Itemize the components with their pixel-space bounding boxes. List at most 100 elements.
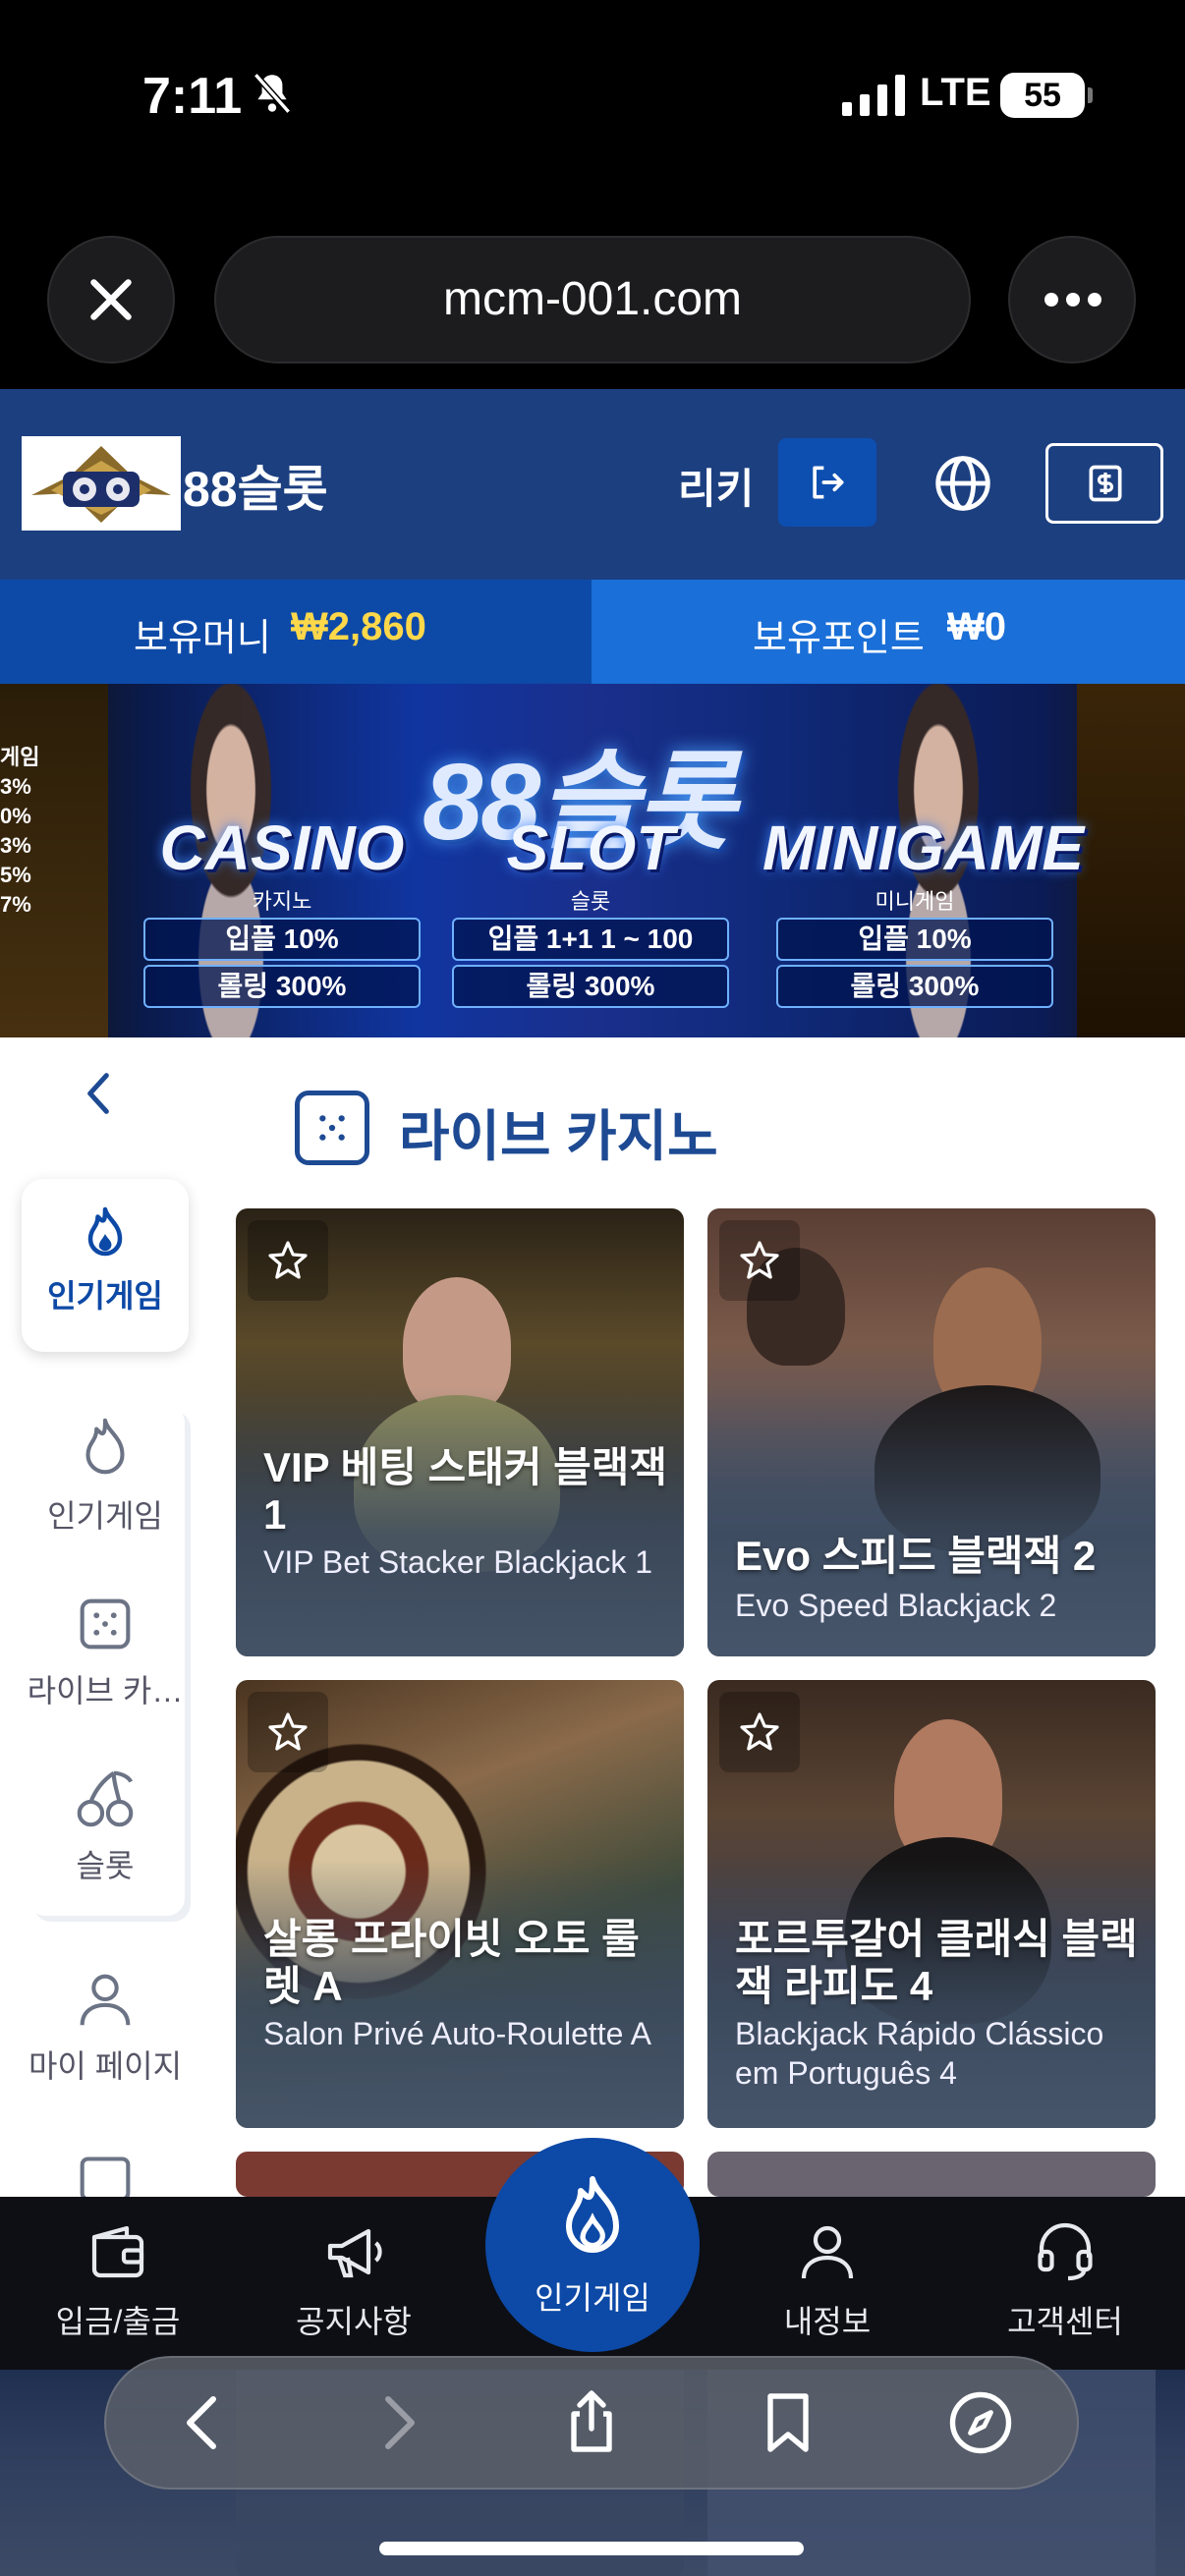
dice-icon — [295, 1091, 369, 1165]
money-value: ₩2,860 — [291, 605, 426, 648]
nav-label: 공지사항 — [296, 2304, 412, 2339]
star-icon — [268, 1712, 308, 1751]
compass-icon — [949, 2391, 1012, 2454]
headset-icon — [1038, 2222, 1093, 2281]
sidebar-collapse-button[interactable] — [79, 1069, 118, 1118]
game-title: 포르투갈어 클래식 블랙잭 라피도 4 — [735, 1916, 1138, 2009]
game-title: 살롱 프라이빗 오토 룰렛 A — [263, 1916, 640, 2009]
game-subtitle: Evo Speed Blackjack 2 — [735, 1588, 1057, 1623]
sidebar-item-live-casino[interactable]: 라이브 카… — [0, 1590, 210, 1711]
nav-notice[interactable]: 공지사항 — [255, 2216, 452, 2342]
favorite-button[interactable] — [719, 1692, 800, 1772]
game-subtitle: Blackjack Rápido Clássico em Português 4 — [735, 2016, 1104, 2091]
url-field[interactable]: mcm-001.com — [214, 236, 971, 364]
nav-deposit-withdraw[interactable]: 입금/출금 — [20, 2216, 216, 2342]
wallet-icon — [91, 2225, 144, 2278]
back-button[interactable] — [169, 2387, 240, 2458]
dice-icon — [80, 1598, 131, 1650]
nav-customer-center[interactable]: 고객센터 — [967, 2216, 1163, 2342]
bell-muted-icon — [253, 73, 292, 114]
logo-emblem-icon — [31, 446, 171, 523]
game-card[interactable]: 살롱 프라이빗 오토 룰렛 A Salon Privé Auto-Roulett… — [236, 1680, 684, 2128]
banner-card-minigame: MINIGAME 미니게임 입플 10% 롤링 300% — [762, 812, 1084, 1018]
sidebar-item-popular-active[interactable]: 인기게임 — [22, 1179, 189, 1352]
home-indicator — [379, 2542, 804, 2555]
banner-edge-right — [1077, 684, 1185, 1037]
tabs-compass-button[interactable] — [945, 2387, 1016, 2458]
close-icon — [90, 279, 132, 320]
promo-banner[interactable]: 게임 3% 0% 3% 5% 7% 88슬롯 CASINO 카지노 입플 10%… — [0, 684, 1185, 1037]
status-bar: 7:11 LTE 55 — [0, 0, 1185, 196]
status-time: 7:11 — [142, 68, 243, 125]
banner-card-casino: CASINO 카지노 입플 10% 롤링 300% — [130, 812, 434, 1018]
site-logo[interactable] — [22, 436, 181, 531]
logout-button[interactable] — [778, 438, 876, 527]
sidebar-item-label: 마이 페이지 — [28, 2048, 183, 2084]
game-title: Evo 스피드 블랙잭 2 — [735, 1533, 1097, 1579]
bookmark-icon — [767, 2393, 809, 2452]
flame-icon — [566, 2176, 619, 2253]
sidebar-item-slot[interactable]: 슬롯 — [0, 1764, 210, 1886]
points-label: 보유포인트 — [753, 618, 925, 659]
game-title: VIP 베팅 스태커 블랙잭 1 — [263, 1444, 668, 1538]
star-icon — [740, 1712, 779, 1751]
points-value: ₩0 — [947, 605, 1006, 648]
more-options-button[interactable] — [1008, 236, 1136, 364]
forward-button[interactable] — [362, 2387, 432, 2458]
megaphone-icon — [327, 2228, 382, 2278]
flame-icon — [87, 1206, 123, 1257]
battery-indicator: 55 — [1000, 73, 1093, 118]
game-card[interactable]: 포르투갈어 클래식 블랙잭 라피도 4 Blackjack Rápido Clá… — [707, 1680, 1156, 2128]
signal-icon — [842, 75, 905, 116]
wallet-icon — [80, 2156, 131, 2197]
favorite-button[interactable] — [719, 1220, 800, 1301]
sidebar-item-label: 인기게임 — [47, 1498, 163, 1534]
game-card[interactable]: VIP 베팅 스태커 블랙잭 1 VIP Bet Stacker Blackja… — [236, 1208, 684, 1656]
money-label: 보유머니 — [134, 618, 271, 659]
cherry-icon — [77, 1770, 134, 1827]
chevron-left-icon — [187, 2396, 216, 2449]
nav-my-info[interactable]: 내정보 — [729, 2216, 926, 2342]
nav-label: 인기게임 — [535, 2280, 650, 2316]
edge-rates: 게임 3% 0% 3% 5% 7% — [0, 745, 40, 917]
sidebar-item-my-page[interactable]: 마이 페이지 — [0, 1965, 210, 2087]
bookmarks-button[interactable] — [753, 2387, 823, 2458]
nav-label: 내정보 — [783, 2304, 872, 2339]
star-icon — [268, 1241, 308, 1279]
logout-icon — [813, 466, 844, 499]
points-panel: 보유포인트 ₩0 — [592, 580, 1185, 684]
section-title: 라이브 카지노 — [399, 1105, 718, 1167]
globe-icon — [935, 456, 990, 511]
username: 리키 — [678, 466, 755, 512]
money-panel: 보유머니 ₩2,860 — [0, 580, 592, 684]
flame-icon — [85, 1418, 125, 1475]
cash-icon — [1089, 465, 1122, 502]
close-tab-button[interactable] — [47, 236, 175, 364]
game-card[interactable]: Evo 스피드 블랙잭 2 Evo Speed Blackjack 2 — [707, 1208, 1156, 1656]
sidebar-item-label: 라이브 카… — [27, 1673, 184, 1708]
chevron-left-icon — [87, 1073, 109, 1114]
sidebar-item-label: 슬롯 — [76, 1848, 135, 1883]
more-dots-icon — [1044, 293, 1101, 307]
star-icon — [740, 1241, 779, 1279]
site-title: 88슬롯 — [183, 462, 328, 517]
user-icon — [80, 1974, 131, 2026]
sidebar-active-label: 인기게임 — [47, 1278, 163, 1314]
page: 7:11 LTE 55 mcm-001.com 88슬롯 리키 보유머니 ₩2,… — [0, 0, 1185, 2576]
language-button[interactable] — [931, 452, 994, 515]
game-subtitle: Salon Privé Auto-Roulette A — [263, 2016, 651, 2051]
chevron-right-icon — [385, 2396, 415, 2449]
cash-button[interactable] — [1045, 443, 1163, 524]
nav-label: 입금/출금 — [55, 2304, 181, 2339]
game-card-partial[interactable] — [707, 2152, 1156, 2197]
favorite-button[interactable] — [248, 1220, 328, 1301]
banner-edge-left: 게임 3% 0% 3% 5% 7% — [0, 684, 108, 1037]
game-subtitle: VIP Bet Stacker Blackjack 1 — [263, 1544, 653, 1580]
sidebar-item-wallet[interactable] — [0, 2142, 210, 2197]
share-icon — [571, 2390, 612, 2452]
nav-popular-games[interactable]: 인기게임 — [485, 2138, 700, 2352]
balance-bar: 보유머니 ₩2,860 보유포인트 ₩0 — [0, 580, 1185, 684]
sidebar-item-popular[interactable]: 인기게임 — [0, 1415, 210, 1537]
share-button[interactable] — [556, 2387, 627, 2458]
favorite-button[interactable] — [248, 1692, 328, 1772]
